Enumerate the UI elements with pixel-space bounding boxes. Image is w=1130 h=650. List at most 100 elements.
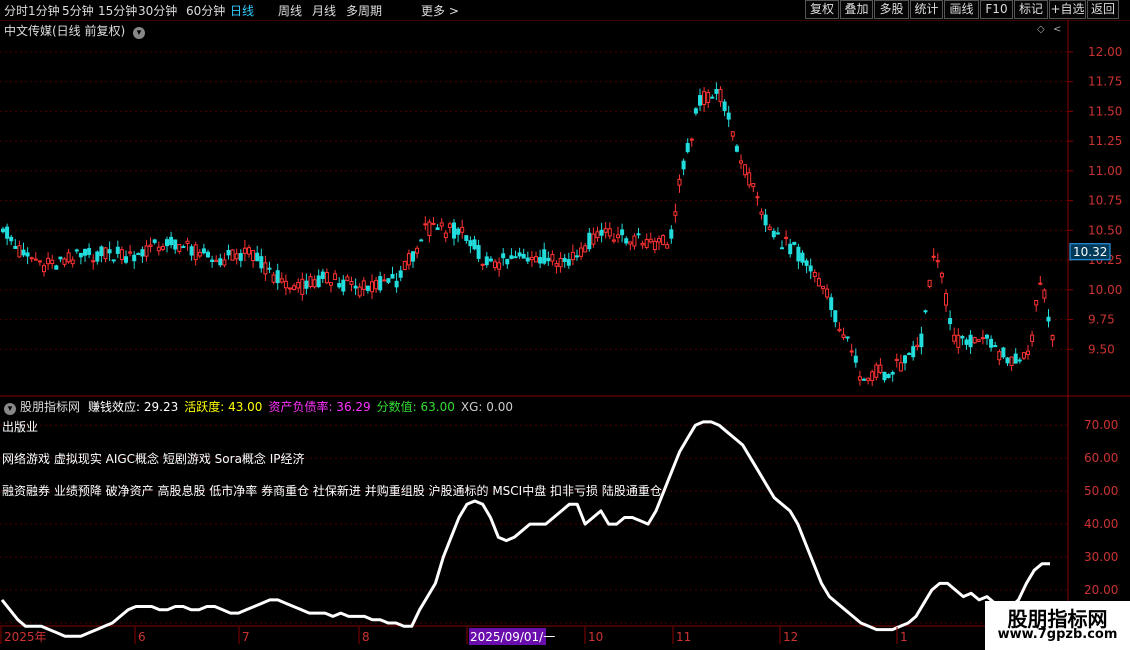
candle-body [862,378,866,381]
candle-body [226,249,231,256]
period-tab-8[interactable]: 月线 [312,2,336,19]
candle-body [681,160,686,170]
chevron-down-icon[interactable]: ▾ [4,403,16,415]
candle-body [948,318,953,325]
candle-body [792,241,797,245]
candle-body [230,249,235,261]
candle-body [390,273,395,279]
period-tab-2[interactable]: 5分钟 [62,2,94,19]
candle-body [837,328,842,332]
candle-body [58,256,63,260]
period-tab-0[interactable]: 分时 [4,2,28,19]
candle-body [857,376,862,381]
candle-body [370,281,374,293]
candle-body [550,254,555,262]
date-label: 11 [676,630,691,644]
candle-body [103,247,108,260]
candle-body [611,239,616,242]
candle-body [1030,334,1035,342]
candle-body [210,259,215,262]
candle-body [189,246,194,256]
candle-body [181,246,186,249]
candle-body [329,282,333,286]
toolbar-button-6[interactable]: 标记 [1014,0,1048,19]
candle-body [259,256,264,269]
candle-body [267,267,272,270]
toolbar-button-3[interactable]: 统计 [910,0,943,19]
toolbar-button-5[interactable]: F10 [980,0,1013,19]
candle-body [505,258,510,265]
toolbar-button-4[interactable]: 画线 [944,0,979,19]
candle-body [218,258,223,266]
candle-body [1005,357,1010,364]
candle-body [591,233,596,245]
candle-body [587,232,592,250]
period-tab-10[interactable]: 更多 > [421,2,459,19]
candle-body [107,249,112,254]
period-tab-5[interactable]: 60分钟 [186,2,225,19]
candle-body [833,310,838,323]
candle-body [296,281,301,289]
toolbar-button-7[interactable]: +自选 [1049,0,1086,19]
candle-body [566,259,571,266]
candle-body [689,138,694,141]
candle-body [980,337,985,340]
toolbar-button-1[interactable]: 叠加 [840,0,873,19]
candle-body [1013,353,1018,364]
period-tab-3[interactable]: 15分钟 [98,2,137,19]
candle-body [915,344,920,348]
candle-body [628,241,633,245]
period-tab-1[interactable]: 1分钟 [28,2,60,19]
candle-body [136,253,141,256]
period-tab-4[interactable]: 30分钟 [138,2,177,19]
candle-body [222,259,227,266]
candle-body [361,280,366,290]
candle-body [423,223,428,226]
price-tick-label: 9.50 [1088,342,1115,356]
indicator-field-1: 活跃度: 43.00 [184,400,263,414]
candle-body [324,272,329,284]
candle-body [320,271,325,279]
watermark-url: www.7gpzb.com [997,627,1118,642]
candle-body [95,251,100,262]
indicator-tick-label: 20.00 [1084,583,1118,597]
candle-body [1026,350,1030,355]
candle-body [119,249,124,261]
toolbar-button-0[interactable]: 复权 [805,0,839,19]
candle-body [771,230,776,238]
candle-body [447,223,452,228]
candle-body [661,235,666,245]
candle-body [976,339,981,342]
candle-body [234,253,239,260]
candle-body [42,265,46,273]
candle-body [169,236,174,246]
period-tab-7[interactable]: 周线 [278,2,302,19]
candle-body [177,243,182,252]
toolbar-button-8[interactable]: 返回 [1087,0,1119,19]
date-label: 1 [900,630,908,644]
candle-body [378,276,383,291]
candle-body [439,222,444,227]
period-tab-9[interactable]: 多周期 [346,2,382,19]
candle-body [894,358,899,361]
price-tick-label: 11.00 [1088,164,1122,178]
candle-body [288,287,292,290]
candle-body [144,245,149,257]
indicator-tick-label: 60.00 [1084,451,1118,465]
candle-body [825,288,830,298]
candle-body [997,351,1002,361]
candle-body [665,244,670,249]
candle-body [702,91,707,105]
date-label: 2025年 [4,630,47,644]
period-tab-6[interactable]: 日线 [230,2,254,19]
candle-body [148,244,153,247]
candle-body [845,336,850,339]
toolbar-button-2[interactable]: 多股 [874,0,909,19]
candle-body [37,260,42,263]
candle-body [87,248,92,255]
candle-body [263,262,268,275]
candle-body [558,257,563,268]
price-tick-label: 10.75 [1088,194,1122,208]
candle-body [279,278,284,283]
price-tick-label: 11.75 [1088,75,1122,89]
